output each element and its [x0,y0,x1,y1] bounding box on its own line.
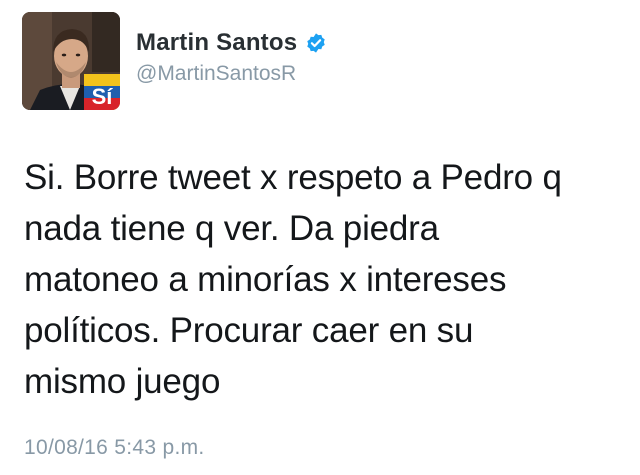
display-name[interactable]: Martin Santos [136,29,297,57]
avatar[interactable]: Sí [22,12,120,110]
tweet-text-line: matoneo a minorías x intereses [24,260,507,299]
tweet-text-line: políticos. Procurar caer en su [24,311,474,350]
tweet-text-line: mismo juego [24,362,221,401]
name-row: Martin Santos [136,28,327,58]
tweet-timestamp[interactable]: 10/08/16 5:43 p.m. [24,436,205,460]
tweet-text-line: nada tiene q ver. Da piedra [24,209,439,248]
avatar-image: Sí [22,12,120,110]
tweet-header: Martin Santos @MartinSantosR [136,28,327,86]
tweet-text-line: Si. Borre tweet x respeto a Pedro q [24,158,562,197]
avatar-badge-text: Sí [92,84,114,109]
tweet-card: Sí Martin Santos @MartinSantosR Si. Borr… [0,0,640,475]
tweet-text: Si. Borre tweet x respeto a Pedro q nada… [24,152,624,407]
user-handle[interactable]: @MartinSantosR [136,62,327,86]
verified-badge-icon [305,32,327,54]
